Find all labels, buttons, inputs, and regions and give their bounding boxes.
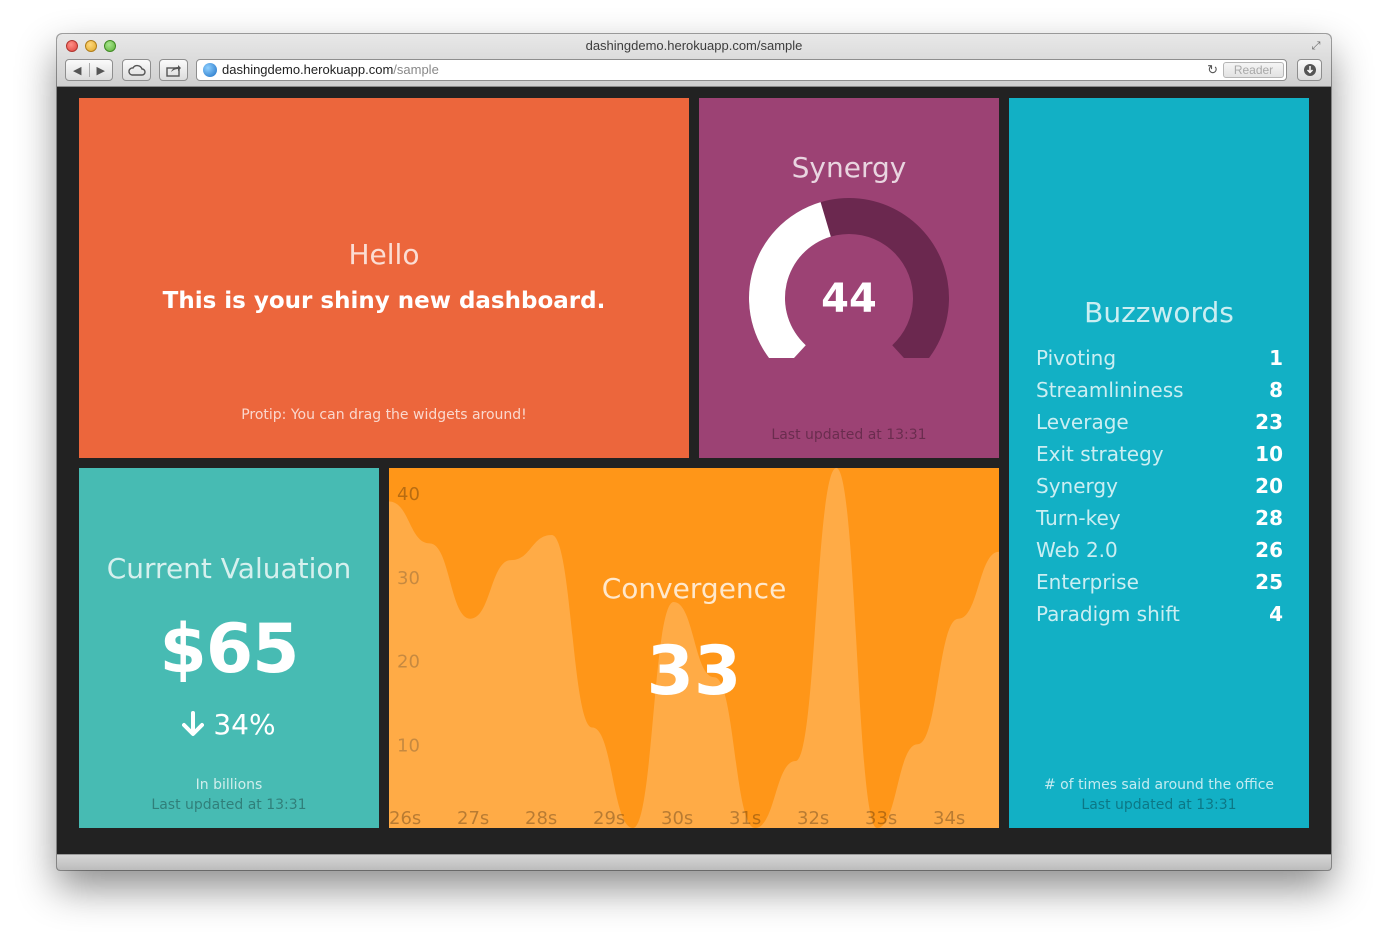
list-item: Enterprise 25: [1036, 566, 1283, 598]
dashboard: Hello This is your shiny new dashboard. …: [57, 88, 1331, 854]
valuation-number-widget[interactable]: Current Valuation $65 34% In billions La…: [79, 468, 379, 828]
widget-title: Current Valuation: [106, 552, 352, 585]
item-label: Pivoting: [1036, 346, 1117, 370]
change-rate: 34%: [79, 708, 379, 741]
list-item: Pivoting 1: [1036, 342, 1283, 374]
widget-title: Hello: [348, 238, 420, 271]
window-title: dashingdemo.herokuapp.com/sample: [585, 38, 803, 53]
cloud-icon: [127, 64, 146, 76]
updated-at: Last updated at 13:31: [151, 797, 307, 813]
item-count: 20: [1255, 474, 1283, 498]
item-count: 10: [1255, 442, 1283, 466]
browser-toolbar: dashingdemo.herokuapp.com/sample ⤢ ◀ ▶ d…: [57, 34, 1331, 87]
item-label: Streamlininess: [1036, 378, 1184, 402]
item-count: 23: [1255, 410, 1283, 434]
updated-at: Last updated at 13:31: [1081, 797, 1237, 813]
buzzword-list: Pivoting 1 Streamlininess 8 Leverage 23 Exi…: [1036, 342, 1283, 630]
item-label: Web 2.0: [1036, 538, 1118, 562]
icloud-tabs-button[interactable]: [122, 59, 151, 81]
list-item: Web 2.0 26: [1036, 534, 1283, 566]
y-tick-label: 40: [397, 484, 420, 505]
x-tick-label: 28s: [525, 808, 557, 828]
nav-button-group: ◀ ▶: [65, 59, 113, 81]
list-item: Leverage 23: [1036, 406, 1283, 438]
x-tick-label: 26s: [389, 808, 421, 828]
list-item: Streamlininess 8: [1036, 374, 1283, 406]
globe-icon: [203, 63, 217, 77]
widget-moreinfo: # of times said around the office: [1043, 777, 1275, 793]
graph-value: 33: [646, 632, 742, 711]
share-icon: [165, 64, 181, 77]
download-icon: [1303, 64, 1316, 76]
list-item: Exit strategy 10: [1036, 438, 1283, 470]
arrow-down-icon: [182, 711, 205, 736]
item-label: Exit strategy: [1036, 442, 1164, 466]
x-tick-label: 30s: [661, 808, 693, 828]
x-tick-label: 33s: [865, 808, 897, 828]
url-path: /sample: [393, 62, 439, 77]
widget-moreinfo: In billions: [195, 777, 263, 793]
item-label: Paradigm shift: [1036, 602, 1180, 626]
x-tick-label: 34s: [933, 808, 965, 828]
list-item: Synergy 20: [1036, 470, 1283, 502]
buzzwords-list-widget[interactable]: Buzzwords Pivoting 1 Streamlininess 8 Leve…: [1009, 98, 1309, 828]
updated-at: Last updated at 13:31: [771, 427, 927, 443]
item-label: Leverage: [1036, 410, 1129, 434]
url-host: dashingdemo.herokuapp.com: [222, 62, 394, 77]
item-label: Synergy: [1036, 474, 1118, 498]
item-label: Turn-key: [1036, 506, 1121, 530]
reader-button[interactable]: Reader: [1223, 62, 1284, 78]
reload-icon[interactable]: ↻: [1207, 60, 1218, 80]
x-tick-label: 29s: [593, 808, 625, 828]
x-tick-label: 31s: [729, 808, 761, 828]
item-count: 1: [1269, 346, 1283, 370]
back-icon[interactable]: ◀: [66, 64, 89, 77]
widget-title: Convergence: [601, 572, 787, 605]
meter-value: 44: [821, 276, 877, 322]
list-item: Turn-key 28: [1036, 502, 1283, 534]
x-axis: 26s 27s 28s 29s 30s 31s 32s 33s 34s: [389, 808, 965, 828]
item-count: 28: [1255, 506, 1283, 530]
downloads-button[interactable]: [1297, 59, 1322, 81]
status-bar: [57, 854, 1331, 870]
item-label: Enterprise: [1036, 570, 1139, 594]
convergence-graph-widget[interactable]: 10203040 26s27s28s29s30s31s32s33s34s Con…: [389, 468, 999, 828]
x-tick-label: 32s: [797, 808, 829, 828]
welcome-widget[interactable]: Hello This is your shiny new dashboard. …: [79, 98, 689, 458]
item-count: 25: [1255, 570, 1283, 594]
number-value: $65: [159, 610, 300, 689]
browser-window: dashingdemo.herokuapp.com/sample ⤢ ◀ ▶ d…: [57, 34, 1331, 870]
item-count: 4: [1269, 602, 1283, 626]
fullscreen-icon[interactable]: ⤢: [1309, 39, 1323, 53]
item-count: 8: [1269, 378, 1283, 402]
url-text: dashingdemo.herokuapp.com/sample: [222, 60, 439, 80]
widget-title: Synergy: [791, 151, 907, 184]
widget-title: Buzzwords: [1084, 296, 1234, 329]
forward-icon[interactable]: ▶: [90, 64, 113, 77]
address-bar[interactable]: dashingdemo.herokuapp.com/sample ↻ Reade…: [196, 59, 1287, 81]
list-item: Paradigm shift 4: [1036, 598, 1283, 630]
synergy-meter-widget[interactable]: Synergy 44 Last updated at 13:31: [699, 98, 999, 458]
widget-text: This is your shiny new dashboard.: [162, 288, 606, 314]
change-value: 34%: [213, 708, 276, 741]
share-button[interactable]: [159, 59, 188, 81]
x-tick-label: 27s: [457, 808, 489, 828]
widget-moreinfo: Protip: You can drag the widgets around!: [241, 407, 527, 423]
item-count: 26: [1255, 538, 1283, 562]
